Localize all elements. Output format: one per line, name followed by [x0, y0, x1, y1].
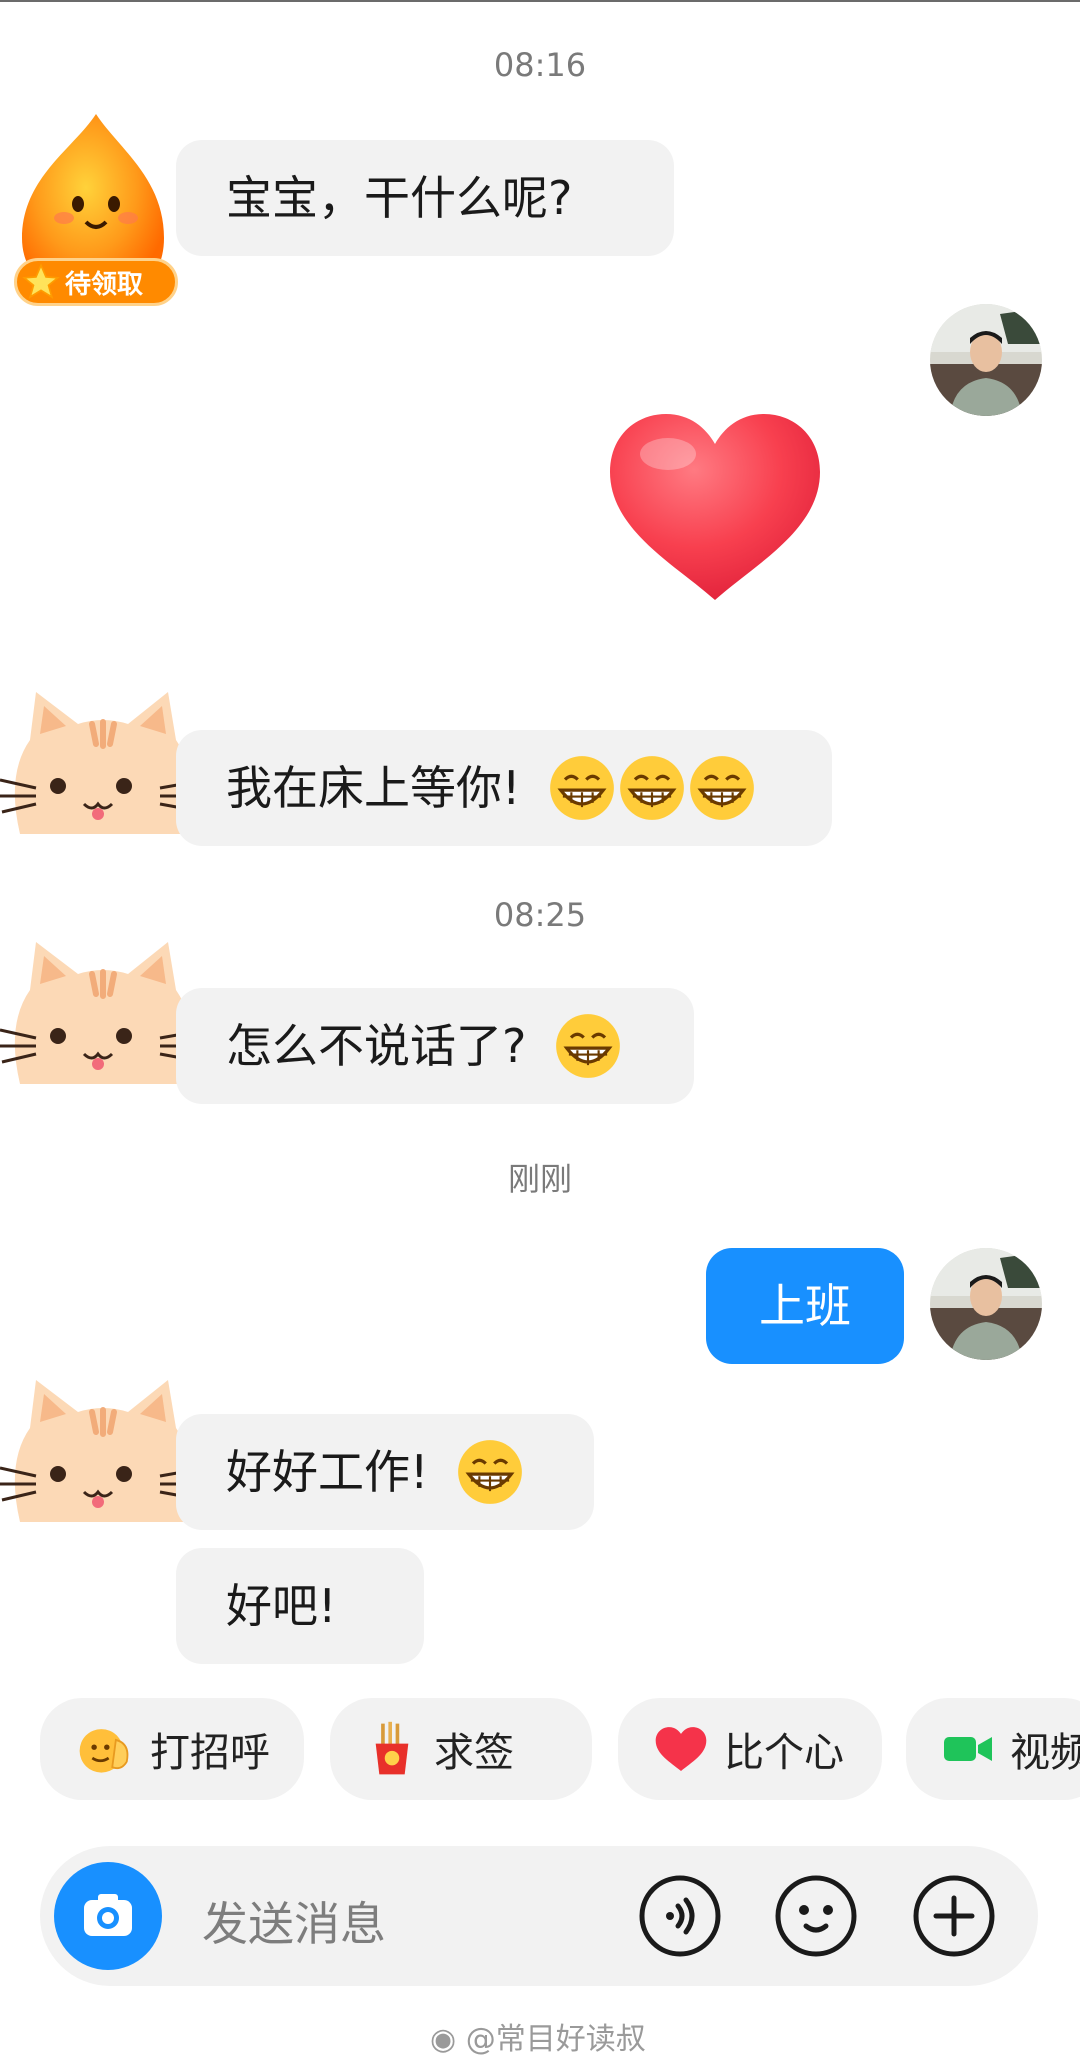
- camera-button[interactable]: [54, 1862, 162, 1970]
- chip-label: 打招呼: [150, 1730, 270, 1776]
- heart-sticker[interactable]: [606, 410, 824, 602]
- camera-icon: [84, 1894, 132, 1936]
- timestamp: 刚刚: [507, 1160, 572, 1198]
- heart-icon: [655, 1727, 707, 1771]
- wave-emoji-icon: [79, 1729, 129, 1773]
- message-bubble[interactable]: 我在床上等你!: [176, 730, 832, 846]
- voice-button[interactable]: [638, 1874, 722, 1958]
- watermark-text: @常目好读叔: [465, 2022, 646, 2057]
- chip-label: 视频: [1010, 1730, 1080, 1776]
- chip-label: 比个心: [724, 1730, 844, 1776]
- message-bubble[interactable]: 怎么不说话了?: [176, 988, 694, 1104]
- message-bubble[interactable]: 好吧!: [176, 1548, 424, 1664]
- watermark: ◉ @常目好读叔: [430, 2014, 646, 2058]
- user-avatar[interactable]: [930, 304, 1042, 416]
- grin-emoji-icon: [550, 756, 615, 820]
- top-divider: [0, 0, 1080, 2]
- message-text: 宝宝，干什么呢?: [226, 171, 573, 225]
- grin-emoji-icon: [690, 756, 755, 820]
- message-text: 我在床上等你!: [226, 761, 521, 815]
- fortune-sticks-icon: [375, 1721, 409, 1775]
- my-message-bubble[interactable]: 上班: [706, 1248, 904, 1364]
- message-text: 上班: [759, 1279, 851, 1333]
- star-icon: [22, 263, 60, 299]
- message-bubble[interactable]: 好好工作!: [176, 1414, 594, 1530]
- mascot-avatar[interactable]: 待领取: [14, 108, 178, 314]
- plus-button[interactable]: [912, 1874, 996, 1958]
- message-text: 怎么不说话了?: [226, 1019, 527, 1073]
- grin-emoji-icon: [620, 756, 685, 820]
- weibo-icon: ◉: [430, 2022, 457, 2057]
- user-avatar[interactable]: [930, 1248, 1042, 1360]
- badge-label: 待领取: [65, 269, 144, 300]
- message-text: 好吧!: [226, 1579, 337, 1633]
- timestamp: 08:25: [493, 896, 587, 934]
- pending-badge: 待领取: [14, 258, 178, 306]
- quick-action-video[interactable]: 视频: [906, 1698, 1080, 1800]
- message-input-bar: 发送消息: [40, 1846, 1038, 1986]
- quick-action-fortune[interactable]: 求签: [330, 1698, 592, 1800]
- quick-action-wave[interactable]: 打招呼: [40, 1698, 304, 1800]
- smiley-icon: [775, 1875, 857, 1957]
- grin-emoji-icon: [458, 1440, 523, 1504]
- chip-label: 求签: [434, 1730, 514, 1776]
- message-text: 好好工作!: [226, 1445, 429, 1499]
- plus-icon: [913, 1875, 995, 1957]
- emoji-button[interactable]: [774, 1874, 858, 1958]
- voice-icon: [639, 1875, 721, 1957]
- timestamp: 08:16: [493, 46, 587, 84]
- grin-emoji-icon: [556, 1014, 621, 1078]
- quick-action-heart[interactable]: 比个心: [618, 1698, 882, 1800]
- message-input[interactable]: 发送消息: [202, 1888, 386, 1954]
- message-bubble[interactable]: 宝宝，干什么呢?: [176, 140, 674, 256]
- video-camera-icon: [944, 1737, 992, 1761]
